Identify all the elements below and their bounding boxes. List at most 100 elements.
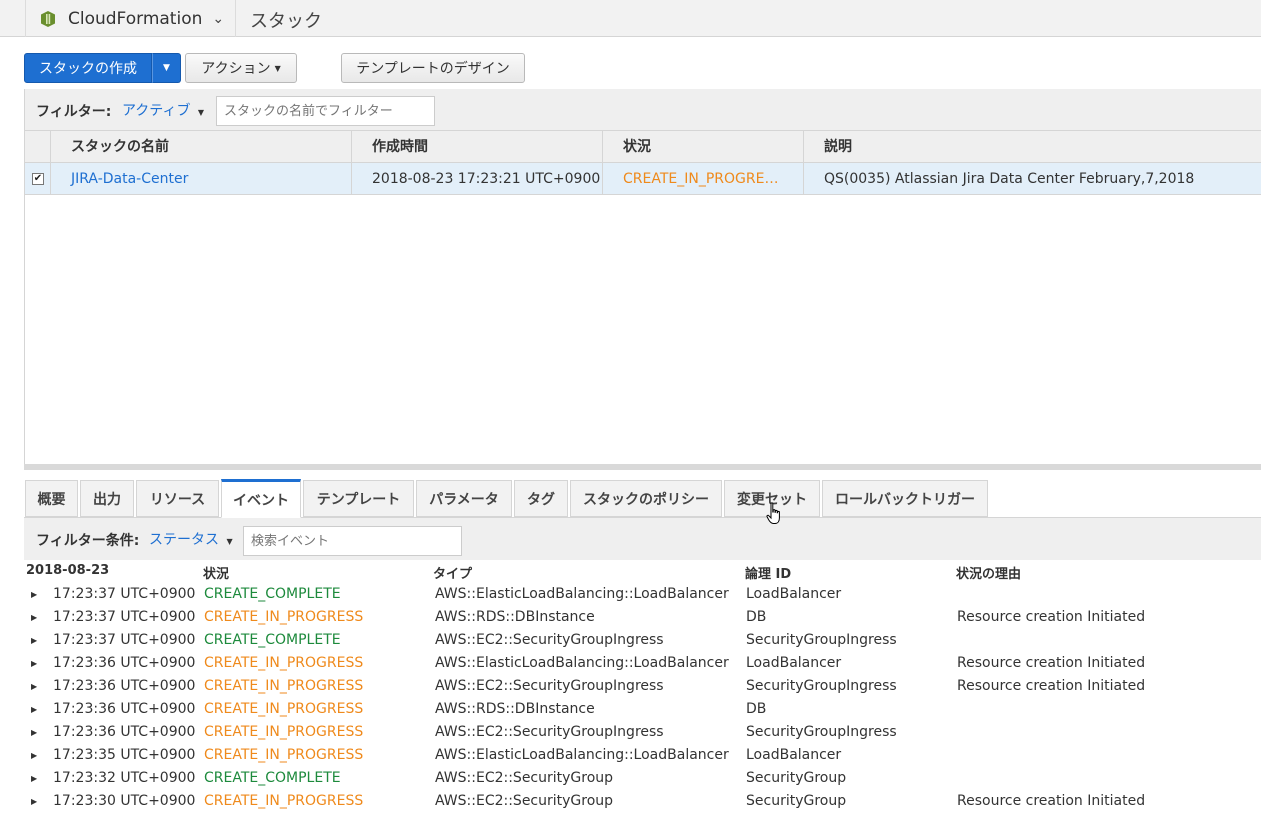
event-type: AWS::ElasticLoadBalancing::LoadBalancer (435, 586, 729, 602)
event-time: 17:23:36 UTC+0900 (53, 701, 196, 717)
table-row[interactable]: ▶ 17:23:36 UTC+0900 CREATE_IN_PROGRESS AWS:… (0, 699, 1261, 722)
event-logical-id: SecurityGroupIngress (746, 678, 897, 694)
detail-tabs: 概要 出力 リソース イベント テンプレート パラメータ タグ スタックのポリシ… (24, 479, 1261, 518)
tab-events[interactable]: イベント (221, 479, 301, 518)
event-time: 17:23:37 UTC+0900 (53, 609, 196, 625)
caret-down-icon: ▼ (163, 63, 170, 73)
tab-tags[interactable]: タグ (514, 480, 568, 517)
stack-name-filter-input[interactable] (216, 96, 435, 126)
table-row[interactable]: ▶ 17:23:32 UTC+0900 CREATE_COMPLETE AWS::EC… (0, 768, 1261, 791)
tab-overview[interactable]: 概要 (25, 480, 78, 517)
column-header-description[interactable]: 説明 (803, 131, 1261, 163)
expand-row-icon[interactable]: ▶ (31, 797, 37, 806)
stack-status: CREATE_IN_PROGRE… (602, 163, 803, 195)
tab-rollback-triggers[interactable]: ロールバックトリガー (822, 480, 988, 517)
table-row[interactable]: ✔ JIRA-Data-Center 2018-08-23 17:23:21 U… (25, 163, 1261, 195)
event-status: CREATE_IN_PROGRESS (204, 609, 364, 625)
stack-description: QS(0035) Atlassian Jira Data Center Febr… (803, 163, 1261, 195)
event-filter-value: ステータス (149, 532, 219, 548)
expand-row-icon[interactable]: ▶ (31, 636, 37, 645)
event-status: CREATE_COMPLETE (204, 632, 341, 648)
filter-status-dropdown[interactable]: アクティブ ▼ (122, 100, 204, 120)
actions-button[interactable]: アクション ▼ (185, 53, 297, 83)
stack-name-link[interactable]: JIRA-Data-Center (50, 163, 351, 195)
template-design-label: テンプレートのデザイン (356, 61, 510, 77)
expand-row-icon[interactable]: ▶ (31, 590, 37, 599)
expand-row-icon[interactable]: ▶ (31, 751, 37, 760)
event-type: AWS::RDS::DBInstance (435, 701, 595, 717)
tab-resources[interactable]: リソース (136, 480, 219, 517)
table-row[interactable]: ▶ 17:23:37 UTC+0900 CREATE_COMPLETE AWS::EC… (0, 630, 1261, 653)
create-stack-button[interactable]: スタックの作成 (24, 53, 152, 83)
event-search-input[interactable] (243, 526, 462, 556)
expand-row-icon[interactable]: ▶ (31, 774, 37, 783)
event-status: CREATE_IN_PROGRESS (204, 747, 364, 763)
expand-row-icon[interactable]: ▶ (31, 659, 37, 668)
stack-list-panel: フィルター: アクティブ ▼ スタックの名前 作成時間 状況 説明 ✔ JIRA… (24, 89, 1261, 466)
event-logical-id: LoadBalancer (746, 655, 842, 671)
event-time: 17:23:36 UTC+0900 (53, 724, 196, 740)
event-time: 17:23:30 UTC+0900 (53, 793, 196, 809)
table-row[interactable]: ▶ 17:23:30 UTC+0900 CREATE_IN_PROGRESS AWS:… (0, 791, 1261, 814)
event-reason: Resource creation Initiated (957, 609, 1146, 625)
event-logical-id: SecurityGroupIngress (746, 724, 897, 740)
hand-pointer-cursor-icon (766, 502, 780, 524)
table-row[interactable]: ▶ 17:23:35 UTC+0900 CREATE_IN_PROGRESS AWS:… (0, 745, 1261, 768)
template-design-button[interactable]: テンプレートのデザイン (341, 53, 525, 83)
actions-label: アクション (201, 61, 271, 77)
events-reason-header: 状況の理由 (956, 567, 1022, 582)
row-checkbox[interactable]: ✔ (32, 173, 44, 185)
tab-parameters[interactable]: パラメータ (416, 480, 512, 517)
event-type: AWS::EC2::SecurityGroupIngress (435, 632, 664, 648)
event-type: AWS::EC2::SecurityGroup (435, 770, 614, 786)
event-status: CREATE_COMPLETE (204, 586, 341, 602)
breadcrumb: スタック (250, 11, 322, 32)
events-status-header: 状況 (203, 567, 230, 582)
events-type-header: タイプ (433, 567, 473, 582)
event-time: 17:23:37 UTC+0900 (53, 632, 196, 648)
tab-outputs[interactable]: 出力 (80, 480, 134, 517)
table-row[interactable]: ▶ 17:23:36 UTC+0900 CREATE_IN_PROGRESS AWS:… (0, 676, 1261, 699)
event-reason: Resource creation Initiated (957, 793, 1146, 809)
caret-down-icon: ▼ (274, 63, 281, 73)
event-time: 17:23:35 UTC+0900 (53, 747, 196, 763)
expand-row-icon[interactable]: ▶ (31, 613, 37, 622)
event-status: CREATE_IN_PROGRESS (204, 655, 364, 671)
filter-label: フィルター: (36, 104, 112, 120)
event-filter-bar: フィルター条件: ステータス ▼ (24, 518, 1261, 560)
event-logical-id: DB (746, 701, 767, 717)
event-time: 17:23:32 UTC+0900 (53, 770, 196, 786)
event-filter-dropdown[interactable]: ステータス ▼ (149, 529, 233, 549)
create-stack-button-group: スタックの作成 ▼ (24, 53, 181, 83)
expand-row-icon[interactable]: ▶ (31, 705, 37, 714)
service-selector[interactable]: CloudFormation ⌄ (25, 0, 236, 37)
event-reason: Resource creation Initiated (957, 678, 1146, 694)
table-row[interactable]: ▶ 17:23:37 UTC+0900 CREATE_COMPLETE AWS::El… (0, 584, 1261, 607)
event-time: 17:23:36 UTC+0900 (53, 678, 196, 694)
events-table-header: 2018-08-23 状況 タイプ 論理 ID 状況の理由 (0, 563, 1261, 582)
event-logical-id: SecurityGroup (746, 793, 847, 809)
stack-created-time: 2018-08-23 17:23:21 UTC+0900 (351, 163, 602, 195)
event-filter-label: フィルター条件: (36, 533, 140, 549)
event-time: 17:23:36 UTC+0900 (53, 655, 196, 671)
event-type: AWS::ElasticLoadBalancing::LoadBalancer (435, 655, 729, 671)
expand-row-icon[interactable]: ▶ (31, 728, 37, 737)
create-stack-dropdown-toggle[interactable]: ▼ (152, 53, 181, 83)
tab-stack-policy[interactable]: スタックのポリシー (570, 480, 722, 517)
expand-row-icon[interactable]: ▶ (31, 682, 37, 691)
event-status: CREATE_IN_PROGRESS (204, 678, 364, 694)
events-list: ▶ 17:23:37 UTC+0900 CREATE_COMPLETE AWS::El… (0, 584, 1261, 814)
events-date-header: 2018-08-23 (26, 563, 110, 578)
column-header-status[interactable]: 状況 (602, 131, 803, 163)
table-row[interactable]: ▶ 17:23:36 UTC+0900 CREATE_IN_PROGRESS AWS:… (0, 722, 1261, 745)
event-status: CREATE_IN_PROGRESS (204, 724, 364, 740)
tab-template[interactable]: テンプレート (303, 480, 414, 517)
table-row[interactable]: ▶ 17:23:36 UTC+0900 CREATE_IN_PROGRESS AWS:… (0, 653, 1261, 676)
column-header-created[interactable]: 作成時間 (351, 131, 602, 163)
panel-resize-handle[interactable] (24, 464, 1261, 470)
event-status: CREATE_COMPLETE (204, 770, 341, 786)
filter-status-value: アクティブ (122, 103, 191, 119)
service-name: CloudFormation (68, 8, 203, 29)
table-row[interactable]: ▶ 17:23:37 UTC+0900 CREATE_IN_PROGRESS AWS:… (0, 607, 1261, 630)
column-header-name[interactable]: スタックの名前 (50, 131, 351, 163)
